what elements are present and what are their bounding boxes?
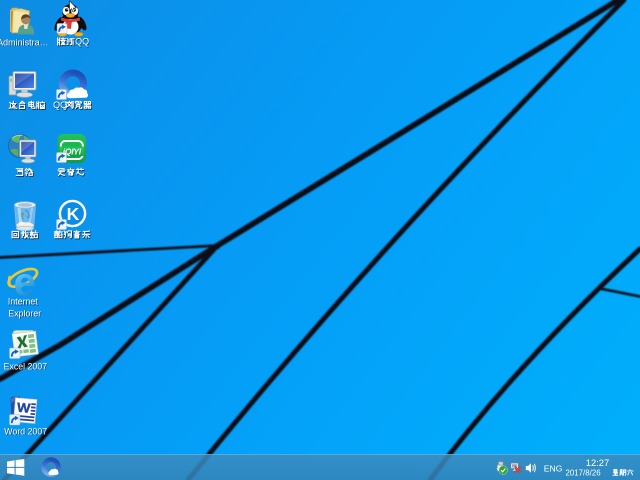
svg-text:Internet: Internet <box>8 297 38 307</box>
svg-text:ENG: ENG <box>544 463 563 473</box>
svg-text:Word 2007: Word 2007 <box>4 426 47 436</box>
svg-text:Excel 2007: Excel 2007 <box>4 361 48 371</box>
svg-text:Administra…: Administra… <box>0 37 49 47</box>
svg-text:12:27: 12:27 <box>586 457 609 468</box>
svg-text:QQ: QQ <box>75 37 89 47</box>
svg-text:K: K <box>67 204 80 224</box>
svg-text:QQ: QQ <box>53 100 67 110</box>
svg-text:2017/8/26: 2017/8/26 <box>566 469 602 478</box>
svg-text:Explorer: Explorer <box>8 308 41 318</box>
